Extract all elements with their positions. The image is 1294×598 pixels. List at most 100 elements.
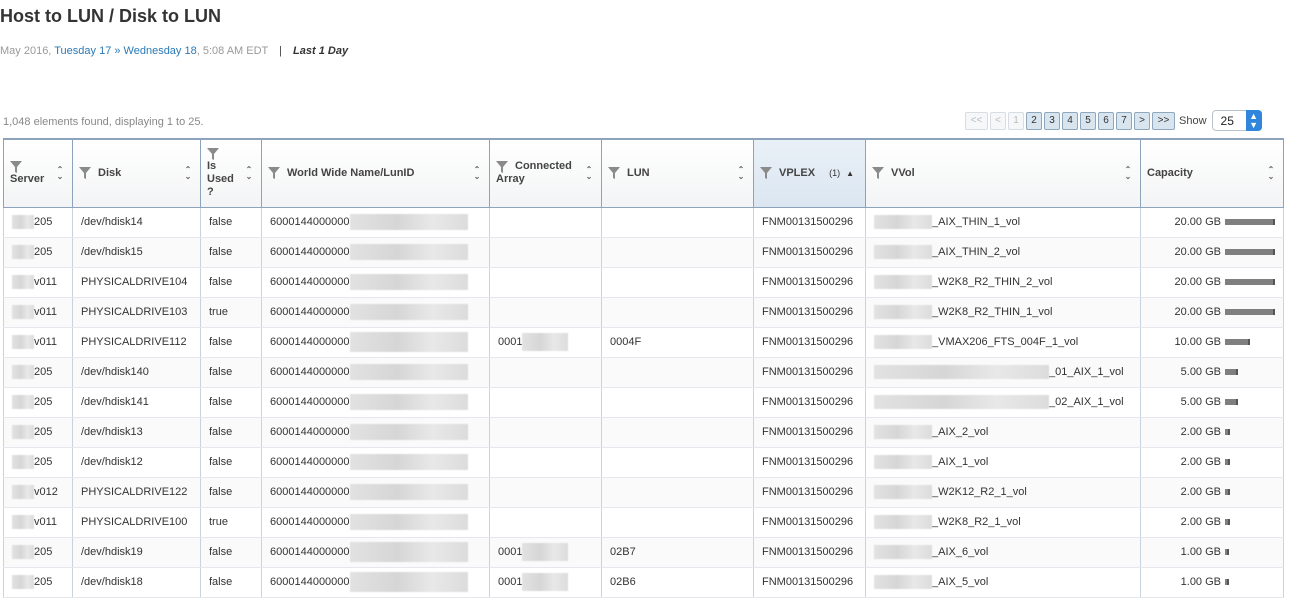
table-row[interactable]: v011 PHYSICALDRIVE100 true 6000144000000 FNM… — [3, 507, 1284, 538]
column-header-is-used[interactable]: Is Used ? ⌃ ⌄ — [200, 138, 262, 208]
cell-server: 205 — [3, 387, 73, 418]
column-header-vvol[interactable]: VVol ⌃ ⌄ — [865, 138, 1141, 208]
page-6-button[interactable]: 6 — [1098, 111, 1114, 130]
redacted-block — [349, 394, 468, 410]
table-row[interactable]: 205/dev/hdisk18 false 6000144000000 0001 02B… — [3, 567, 1284, 598]
time-range-link[interactable]: Last 1 Day — [293, 45, 348, 57]
sort-toggle-icon[interactable]: ⌃ ⌄ — [585, 166, 593, 181]
table-row[interactable]: 205/dev/hdisk140 false 6000144000000 FNM001… — [3, 357, 1284, 388]
sort-toggle-icon[interactable]: ⌃ ⌄ — [184, 166, 192, 181]
cell-vplex: FNM00131500296 — [753, 417, 866, 448]
page-4-button[interactable]: 4 — [1062, 111, 1078, 130]
filter-icon[interactable] — [10, 160, 22, 173]
column-header-lun[interactable]: LUN ⌃ ⌄ — [601, 138, 754, 208]
page-size-select[interactable]: 25 ▲ ▼ — [1211, 110, 1262, 131]
redacted-block — [522, 333, 569, 351]
date-time: , 5:08 AM EDT — [196, 45, 269, 57]
column-header-capacity[interactable]: Capacity ⌃ ⌄ — [1140, 138, 1284, 208]
column-label: Connected — [515, 160, 572, 173]
table-row[interactable]: 205/dev/hdisk19 false 6000144000000 0001 02B… — [3, 537, 1284, 568]
server-value: v011 — [34, 335, 58, 348]
cell-vplex: FNM00131500296 — [753, 447, 866, 478]
show-label: Show — [1179, 114, 1207, 127]
sort-toggle-icon[interactable]: ⌃ ⌄ — [473, 166, 481, 181]
column-header-connected-array[interactable]: Connected Array ⌃ ⌄ — [489, 138, 602, 208]
sort-toggle-icon[interactable]: ⌃ ⌄ — [1267, 166, 1275, 181]
first-page-button[interactable]: << — [965, 111, 988, 130]
filter-icon[interactable] — [268, 167, 280, 180]
table-row[interactable]: 205/dev/hdisk13 false 6000144000000 FNM0013… — [3, 417, 1284, 448]
sort-toggle-icon[interactable]: ⌃ ⌄ — [56, 166, 64, 181]
redacted-block — [349, 454, 468, 470]
table-row[interactable]: v011 PHYSICALDRIVE104 false 6000144000000 FN… — [3, 267, 1284, 298]
filter-icon[interactable] — [608, 167, 620, 180]
cell-disk: /dev/hdisk15 — [72, 237, 201, 268]
capacity-bar-track — [1225, 398, 1275, 406]
capacity-value: 20.00 GB — [1174, 306, 1221, 318]
filter-icon[interactable] — [872, 167, 884, 180]
sort-toggle-icon[interactable]: ⌃ ⌄ — [1124, 166, 1132, 181]
cell-vvol: _01_AIX_1_vol — [865, 357, 1141, 388]
table-row[interactable]: 205/dev/hdisk141 false 6000144000000 FNM001… — [3, 387, 1284, 418]
page-5-button[interactable]: 5 — [1080, 111, 1096, 130]
cell-capacity: 1.00 GB — [1140, 567, 1284, 598]
column-header-vplex[interactable]: VPLEX (1) ▲ — [753, 138, 866, 208]
capacity-bar-track — [1225, 578, 1275, 586]
filter-icon[interactable] — [207, 147, 219, 160]
cell-vvol: _VMAX206_FTS_004F_1_vol — [865, 327, 1141, 358]
cell-capacity: 20.00 GB — [1140, 267, 1284, 298]
last-page-button[interactable]: >> — [1152, 111, 1175, 130]
filter-icon[interactable] — [79, 167, 91, 180]
cell-disk: /dev/hdisk12 — [72, 447, 201, 478]
table-row[interactable]: v011 PHYSICALDRIVE112 false 6000144000000 00… — [3, 327, 1284, 358]
column-header-wwn[interactable]: World Wide Name/LunID ⌃ ⌄ — [261, 138, 490, 208]
cell-capacity: 5.00 GB — [1140, 387, 1284, 418]
filter-icon[interactable] — [496, 160, 508, 173]
filter-icon[interactable] — [760, 167, 772, 180]
page-2-button[interactable]: 2 — [1026, 111, 1042, 130]
column-header-server[interactable]: Server ⌃ ⌄ — [3, 138, 73, 208]
capacity-value: 20.00 GB — [1174, 276, 1221, 288]
capacity-bar — [1225, 579, 1229, 585]
capacity-bar-track — [1225, 488, 1275, 496]
cell-capacity: 2.00 GB — [1140, 447, 1284, 478]
date-range-link[interactable]: Tuesday 17 » Wednesday 18 — [54, 45, 196, 57]
capacity-bar — [1225, 279, 1275, 285]
capacity-value: 2.00 GB — [1180, 486, 1221, 498]
redacted-block — [12, 365, 34, 379]
capacity-bar — [1225, 309, 1275, 315]
redacted-block — [874, 455, 932, 469]
cell-connected-array — [489, 447, 602, 478]
table-row[interactable]: 205/dev/hdisk14 false 6000144000000 FNM0013… — [3, 207, 1284, 238]
cell-connected-array — [489, 387, 602, 418]
cell-disk: PHYSICALDRIVE103 — [72, 297, 201, 328]
column-label: Array — [496, 173, 525, 186]
wwn-value: 6000144000000 — [270, 245, 350, 258]
table-row[interactable]: v011 PHYSICALDRIVE103 true 6000144000000 FNM… — [3, 297, 1284, 328]
cell-wwn: 6000144000000 — [261, 297, 490, 328]
cell-server: 205 — [3, 237, 73, 268]
table-row[interactable]: v012 PHYSICALDRIVE122 false 6000144000000 FN… — [3, 477, 1284, 508]
wwn-value: 6000144000000 — [270, 275, 350, 288]
page-7-button[interactable]: 7 — [1116, 111, 1132, 130]
sort-toggle-icon[interactable]: ⌃ ⌄ — [245, 166, 253, 181]
capacity-bar — [1225, 249, 1275, 255]
server-value: 205 — [34, 395, 53, 408]
cell-vvol: _AIX_THIN_2_vol — [865, 237, 1141, 268]
sort-ascending-icon[interactable]: ▲ — [846, 169, 854, 178]
cell-lun — [601, 507, 754, 538]
page-1-button[interactable]: 1 — [1008, 111, 1024, 130]
prev-page-button[interactable]: < — [990, 111, 1006, 130]
cell-vvol: _W2K12_R2_1_vol — [865, 477, 1141, 508]
next-page-button[interactable]: > — [1134, 111, 1150, 130]
table-row[interactable]: 205/dev/hdisk15 false 6000144000000 FNM0013… — [3, 237, 1284, 268]
column-header-disk[interactable]: Disk ⌃ ⌄ — [72, 138, 201, 208]
page-3-button[interactable]: 3 — [1044, 111, 1060, 130]
sort-toggle-icon[interactable]: ⌃ ⌄ — [737, 166, 745, 181]
table-row[interactable]: 205/dev/hdisk12 false 6000144000000 FNM0013… — [3, 447, 1284, 478]
cell-disk: /dev/hdisk141 — [72, 387, 201, 418]
cell-wwn: 6000144000000 — [261, 267, 490, 298]
cell-connected-array: 0001 — [489, 537, 602, 568]
wwn-value: 6000144000000 — [270, 215, 350, 228]
cell-vvol: _02_AIX_1_vol — [865, 387, 1141, 418]
